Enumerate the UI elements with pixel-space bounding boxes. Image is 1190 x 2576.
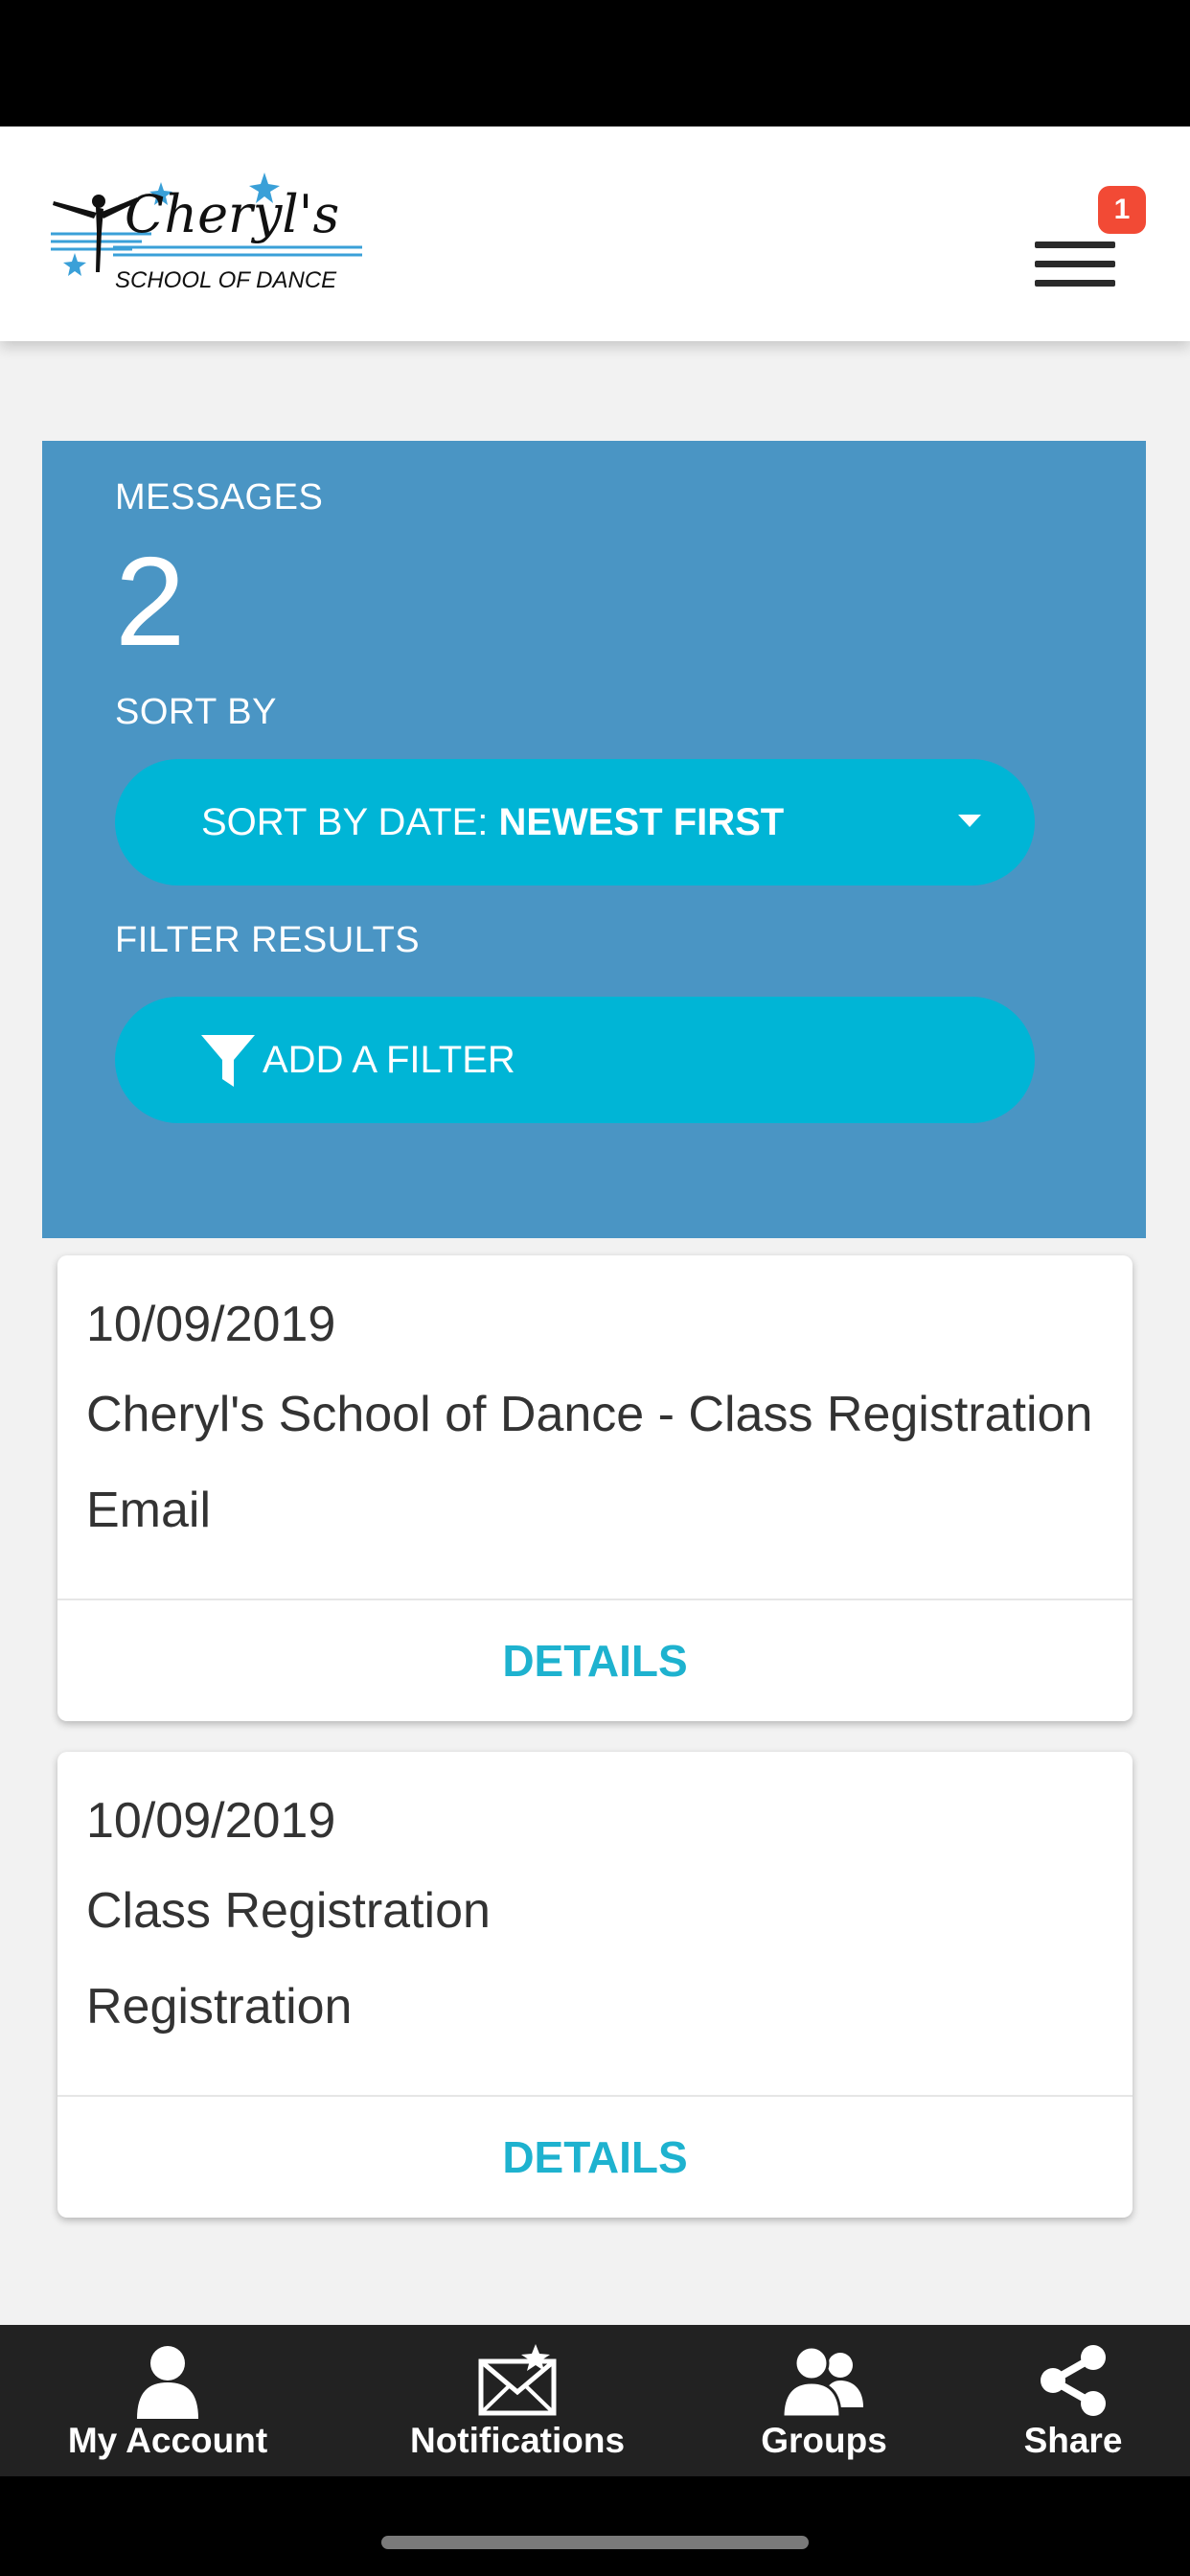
add-filter-button[interactable]: ADD A FILTER [115, 997, 1035, 1123]
nav-my-account[interactable]: My Account [38, 2325, 297, 2476]
school-logo[interactable]: Cheryl's SCHOOL OF DANCE [46, 165, 372, 309]
envelope-star-icon [478, 2344, 557, 2416]
filter-label: FILTER RESULTS [115, 920, 421, 960]
person-icon [137, 2346, 198, 2419]
nav-label: Notifications [409, 2421, 626, 2460]
svg-text:SCHOOL OF DANCE: SCHOOL OF DANCE [115, 267, 337, 293]
menu-line-icon [1035, 261, 1115, 267]
home-indicator-area [0, 2476, 1190, 2576]
messages-summary-panel: MESSAGES 2 SORT BY SORT BY DATE: NEWEST … [42, 441, 1146, 1238]
menu-line-icon [1035, 242, 1115, 248]
app-header: Cheryl's SCHOOL OF DANCE 1 [0, 126, 1190, 341]
groups-icon [781, 2345, 863, 2417]
menu-line-icon [1035, 280, 1115, 287]
sort-label: SORT BY [115, 692, 277, 732]
sort-dropdown[interactable]: SORT BY DATE: NEWEST FIRST [115, 759, 1035, 886]
message-date: 10/09/2019 [86, 1793, 336, 1849]
nav-label: Groups [761, 2421, 887, 2460]
details-button[interactable]: DETAILS [57, 1600, 1133, 1721]
nav-share[interactable]: Share [996, 2325, 1150, 2476]
svg-text:Cheryl's: Cheryl's [125, 184, 339, 244]
share-icon [1041, 2345, 1106, 2416]
message-date: 10/09/2019 [86, 1297, 336, 1352]
nav-groups[interactable]: Groups [728, 2325, 920, 2476]
hamburger-menu-button[interactable]: 1 [1016, 186, 1169, 318]
messages-count: 2 [115, 531, 186, 672]
notification-badge: 1 [1098, 186, 1146, 234]
sort-value: NEWEST FIRST [498, 801, 785, 843]
nav-notifications[interactable]: Notifications [383, 2325, 652, 2476]
message-subtitle: Registration [86, 1979, 353, 2035]
nav-label: Share [1023, 2421, 1123, 2460]
details-button[interactable]: DETAILS [57, 2097, 1133, 2218]
nav-label: My Account [67, 2421, 268, 2460]
message-subtitle: Email [86, 1483, 212, 1538]
message-card: 10/09/2019 Cheryl's School of Dance - Cl… [57, 1255, 1133, 1721]
filter-icon [201, 1035, 255, 1087]
messages-label: MESSAGES [115, 477, 324, 518]
sort-prefix: SORT BY DATE: [201, 801, 499, 843]
status-bar [0, 0, 1190, 126]
chevron-down-icon [958, 815, 981, 827]
home-indicator[interactable] [381, 2536, 809, 2549]
bottom-navigation: My Account Notifications Groups Share [0, 2325, 1190, 2476]
message-title: Class Registration [86, 1883, 491, 1939]
message-card: 10/09/2019 Class Registration Registrati… [57, 1752, 1133, 2218]
message-title: Cheryl's School of Dance - Class Registr… [86, 1387, 1093, 1442]
add-filter-label: ADD A FILTER [263, 1039, 515, 1081]
